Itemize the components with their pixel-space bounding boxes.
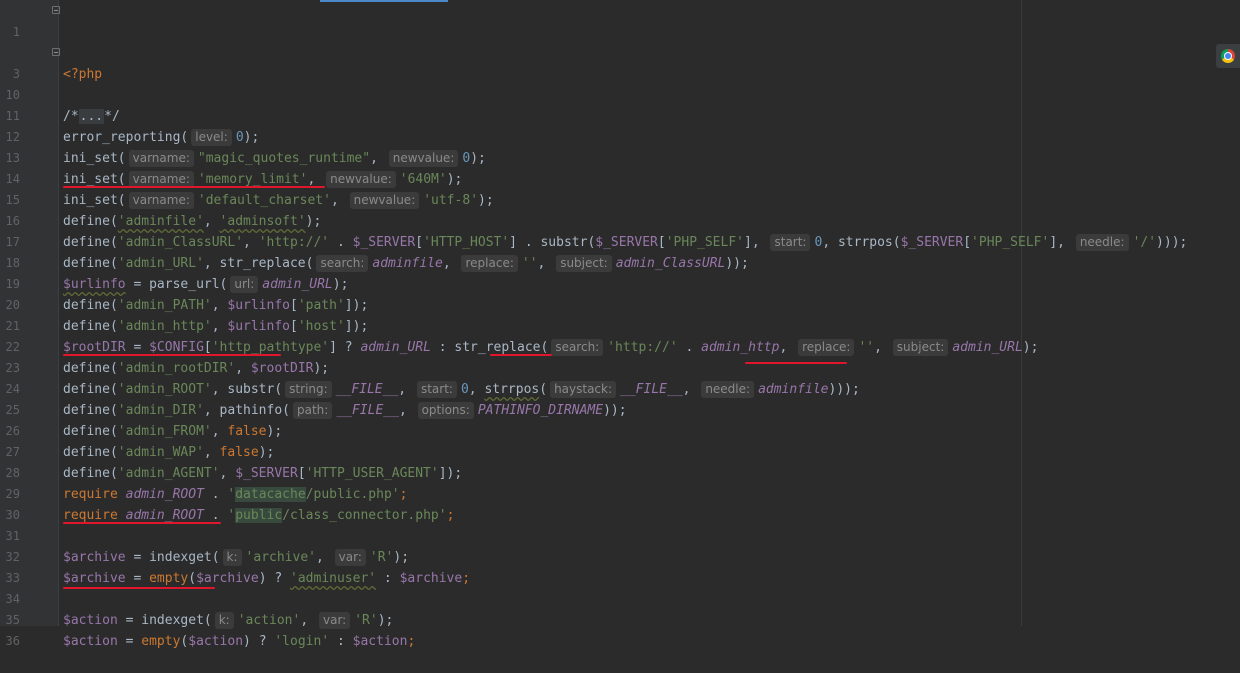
code-line[interactable]: 18 $urlinfo = parse_url(url: admin_URL); <box>0 232 1240 293</box>
fold-toggle-icon[interactable] <box>52 48 60 56</box>
red-annotation-underline <box>63 354 281 356</box>
code-line[interactable]: 11 error_reporting(level: 0); <box>0 85 1240 146</box>
line-number: 1 <box>12 25 20 39</box>
code-line[interactable]: 20 define('admin_http', $urlinfo['host']… <box>0 274 1240 334</box>
code-line[interactable]: 30 <box>0 484 1240 522</box>
code-line[interactable]: 21 $rootDIR = $CONFIG['http_pathtype'] ?… <box>0 295 1240 356</box>
code-line[interactable]: 36 <box>0 610 1240 648</box>
fold-toggle-icon[interactable] <box>52 6 60 14</box>
code-line[interactable]: 24 define('admin_DIR', pathinfo(path: __F… <box>0 358 1240 419</box>
code-line[interactable]: 16 define('admin_ClassURL', 'http://' . … <box>0 190 1240 251</box>
red-annotation-underline <box>63 522 221 524</box>
code-line[interactable]: 3 /*...*/ <box>0 43 1240 124</box>
code-line[interactable]: 35 $action = empty($action) ? 'login' : … <box>0 589 1240 649</box>
code-line[interactable]: 22 define('admin_rootDIR', $rootDIR); <box>0 316 1240 376</box>
code-line[interactable]: 17 define('admin_URL', str_replace(searc… <box>0 211 1240 272</box>
code-line[interactable]: 32 $archive = empty($archive) ? 'adminus… <box>0 526 1240 586</box>
red-annotation-underline <box>63 186 325 188</box>
code-line[interactable]: 26 define('admin_WAP', false); <box>0 400 1240 460</box>
code-line[interactable]: 28 require admin_ROOT . 'datacache/publi… <box>0 442 1240 502</box>
code-line[interactable]: 25 define('admin_FROM', false); <box>0 379 1240 439</box>
chrome-logo <box>1221 49 1235 63</box>
chrome-icon[interactable] <box>1216 44 1240 68</box>
code-line[interactable]: 29 require admin_ROOT . 'public/class_co… <box>0 463 1240 523</box>
code-editor[interactable]: 1 <?php 3 /*...*/ 10 11 error_reporting(… <box>0 0 1240 649</box>
line-number: 36 <box>5 634 20 648</box>
code-line[interactable]: 19 define('admin_PATH', $urlinfo['path']… <box>0 253 1240 313</box>
code-text: $action = empty($action) ? 'login' : $ac… <box>63 634 416 649</box>
red-annotation-underline <box>490 354 552 356</box>
code-line[interactable]: 12 ini_set(varname: "magic_quotes_runtime… <box>0 106 1240 167</box>
code-line[interactable]: 27 define('admin_AGENT', $_SERVER['HTTP_… <box>0 421 1240 481</box>
code-line[interactable]: 1 <?php <box>0 1 1240 82</box>
code-line[interactable]: 13 ini_set(varname:'memory_limit', newva… <box>0 127 1240 188</box>
code-line[interactable]: 34 $action = indexget(k:'action', var: 'R… <box>0 568 1240 629</box>
code-line[interactable]: 10 <box>0 64 1240 102</box>
code-line[interactable]: 33 <box>0 547 1240 585</box>
code-line[interactable]: 14 ini_set(varname:'default_charset', ne… <box>0 148 1240 209</box>
